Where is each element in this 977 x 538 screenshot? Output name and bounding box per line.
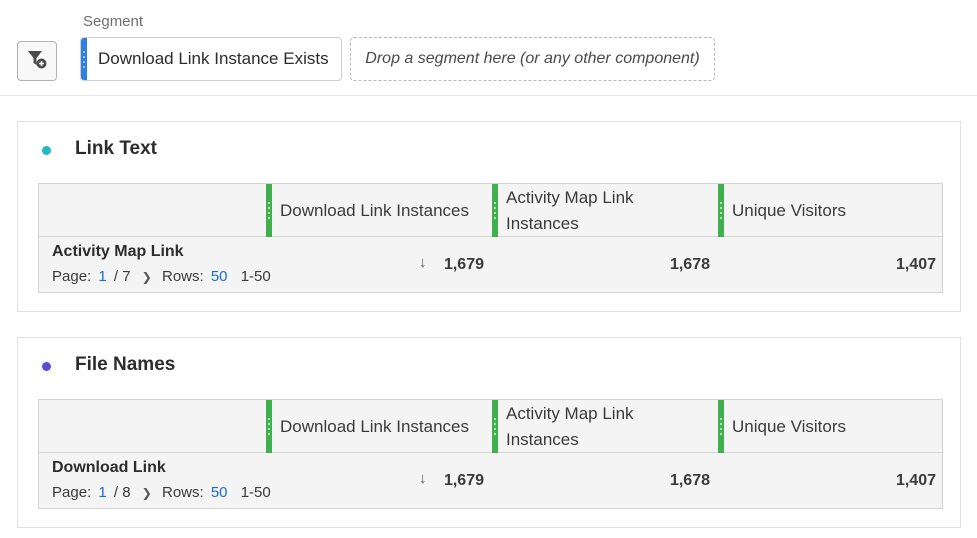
page-current-input[interactable]: 1 bbox=[98, 484, 106, 501]
freeform-table: Download Link Instances Activity Map Lin… bbox=[38, 183, 943, 293]
freeform-table: Download Link Instances Activity Map Lin… bbox=[38, 399, 943, 509]
column-header-label: Download Link Instances bbox=[280, 200, 470, 220]
metric-drag-handle-icon[interactable] bbox=[492, 400, 498, 453]
chevron-right-icon[interactable]: ❯ bbox=[142, 270, 152, 284]
page-current-input[interactable]: 1 bbox=[98, 268, 106, 285]
rows-per-page-select[interactable]: 50 bbox=[211, 484, 228, 501]
column-header-label: Unique Visitors bbox=[732, 416, 847, 436]
table-header: Download Link Instances Activity Map Lin… bbox=[39, 184, 942, 237]
pagination: Page: 1 / 7 ❯ Rows: 50 1-50 bbox=[52, 268, 274, 285]
page-total: / 8 bbox=[113, 484, 131, 501]
column-header-activity-map-link-instances[interactable]: Activity Map Link Instances bbox=[492, 400, 718, 453]
page-label: Page: bbox=[52, 268, 92, 285]
segment-chip-label: Download Link Instance Exists bbox=[98, 49, 329, 68]
column-header-unique-visitors[interactable]: Unique Visitors bbox=[718, 400, 942, 453]
sort-descending-icon[interactable]: ↓ bbox=[419, 470, 427, 487]
segment-drop-zone[interactable]: Drop a segment here (or any other compon… bbox=[350, 37, 715, 81]
column-header-download-link-instances[interactable]: Download Link Instances bbox=[266, 400, 492, 453]
metric-value-unique-visitors: 1,407 bbox=[895, 256, 936, 273]
metric-drag-handle-icon[interactable] bbox=[266, 400, 272, 453]
dimension-name: Download Link bbox=[52, 459, 166, 476]
freeform-table-panel: File Names Download Link Instances Activ… bbox=[17, 337, 961, 528]
table-header: Download Link Instances Activity Map Lin… bbox=[39, 400, 942, 453]
segment-chip[interactable]: Download Link Instance Exists bbox=[80, 37, 342, 81]
dimension-color-dot bbox=[42, 146, 51, 155]
dimension-color-dot bbox=[42, 362, 51, 371]
rows-per-page-select[interactable]: 50 bbox=[211, 268, 228, 285]
table-row: Download Link Page: 1 / 8 ❯ Rows: 50 1-5… bbox=[39, 453, 942, 508]
page-label: Page: bbox=[52, 484, 92, 501]
metric-drag-handle-icon[interactable] bbox=[718, 184, 724, 237]
rows-label: Rows: bbox=[161, 484, 204, 501]
metric-drag-handle-icon[interactable] bbox=[492, 184, 498, 237]
rows-label: Rows: bbox=[161, 268, 204, 285]
metric-value-download-link-instances: 1,679 bbox=[443, 256, 484, 273]
column-header-activity-map-link-instances[interactable]: Activity Map Link Instances bbox=[492, 184, 718, 237]
column-header-unique-visitors[interactable]: Unique Visitors bbox=[718, 184, 942, 237]
row-range: 1-50 bbox=[240, 268, 271, 285]
panel-title: Link Text bbox=[75, 138, 157, 159]
sort-descending-icon[interactable]: ↓ bbox=[419, 254, 427, 271]
drag-handle-icon[interactable] bbox=[81, 38, 87, 80]
metric-value-unique-visitors: 1,407 bbox=[895, 472, 936, 489]
row-range: 1-50 bbox=[240, 484, 271, 501]
metric-value-download-link-instances: 1,679 bbox=[443, 472, 484, 489]
metric-drag-handle-icon[interactable] bbox=[718, 400, 724, 453]
pagination: Page: 1 / 8 ❯ Rows: 50 1-50 bbox=[52, 484, 274, 501]
freeform-table-panel: Link Text Download Link Instances Activi… bbox=[17, 121, 961, 312]
column-header-label: Download Link Instances bbox=[280, 416, 470, 436]
chevron-right-icon[interactable]: ❯ bbox=[142, 486, 152, 500]
page-total: / 7 bbox=[113, 268, 131, 285]
column-header-label: Activity Map Link Instances bbox=[506, 187, 634, 233]
column-header-download-link-instances[interactable]: Download Link Instances bbox=[266, 184, 492, 237]
filter-add-icon bbox=[26, 48, 48, 75]
dimension-name: Activity Map Link bbox=[52, 243, 184, 260]
column-header-label: Unique Visitors bbox=[732, 200, 847, 220]
add-filter-button[interactable] bbox=[17, 41, 57, 81]
metric-value-activity-map-link-instances: 1,678 bbox=[669, 256, 710, 273]
table-row: Activity Map Link Page: 1 / 7 ❯ Rows: 50… bbox=[39, 237, 942, 292]
column-header-label: Activity Map Link Instances bbox=[506, 403, 634, 449]
metric-value-activity-map-link-instances: 1,678 bbox=[669, 472, 710, 489]
segment-drop-bar: Segment Download Link Instance Exists Dr… bbox=[0, 0, 977, 96]
panel-title: File Names bbox=[75, 354, 176, 375]
metric-drag-handle-icon[interactable] bbox=[266, 184, 272, 237]
segment-label: Segment bbox=[83, 13, 144, 30]
